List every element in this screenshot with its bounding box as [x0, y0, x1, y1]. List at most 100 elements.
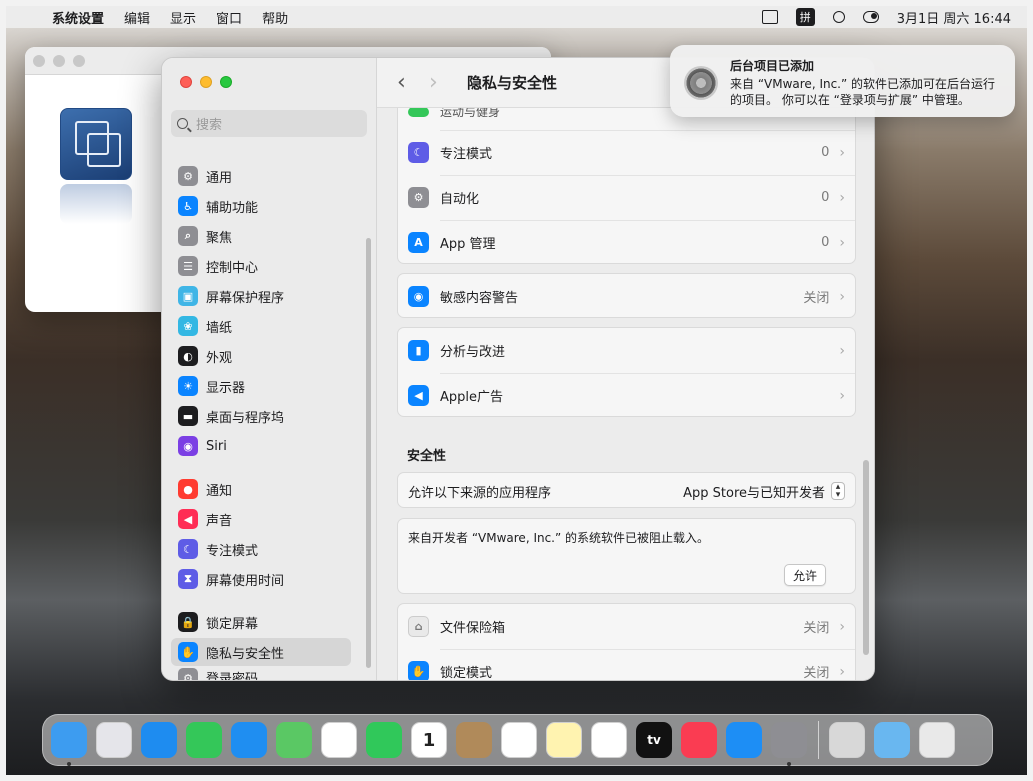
row-label: 运动与健身	[440, 107, 501, 117]
spotlight-search-icon[interactable]	[832, 11, 845, 23]
menu-view[interactable]: 显示	[170, 8, 196, 27]
back-chevron-icon[interactable]: ‹	[397, 70, 415, 95]
search-placeholder: 搜索	[196, 118, 223, 133]
sidebar-item-appearance[interactable]: ◐ 外观	[171, 342, 351, 370]
lockdown-row[interactable]: ✋ 锁定模式 关闭 ›	[398, 649, 855, 681]
fitness-icon	[408, 107, 429, 117]
sidebar-item-sound[interactable]: ◀ 声音	[171, 505, 351, 533]
sidebar: 搜索 ⚙ 通用 ♿ 辅助功能 ⌕ 聚焦 ☰ 控制中心 ▣ 屏幕保护程序 ❀ 墙纸 ◐ 外观 ☀ 显示器 ▬ 桌面与…	[162, 58, 377, 680]
apple-tv-icon[interactable]: tv	[636, 722, 672, 758]
wallpaper-icon: ❀	[178, 316, 198, 336]
sidebar-item-spotlight[interactable]: ⌕ 聚焦	[171, 222, 351, 250]
system-settings-icon[interactable]	[771, 722, 807, 766]
app-label: 1	[422, 729, 436, 751]
automation-row[interactable]: ⚙ 自动化 0 ›	[398, 175, 855, 220]
zoom-button[interactable]	[220, 76, 232, 88]
vmware-icon-reflection	[60, 184, 132, 224]
close-button[interactable]	[33, 55, 45, 67]
menu-edit[interactable]: 编辑	[124, 8, 150, 27]
sidebar-item-label: 辅助功能	[206, 200, 259, 216]
allow-button[interactable]: 允许	[784, 564, 826, 586]
screensaver-icon: ▣	[178, 286, 198, 306]
safari-icon[interactable]	[141, 722, 177, 758]
sidebar-item-login-password[interactable]: ⚙ 登录密码	[171, 668, 351, 680]
system-settings-gear-icon	[684, 66, 718, 100]
sidebar-item-focus[interactable]: ☾ 专注模式	[171, 535, 351, 563]
contacts-icon[interactable]	[456, 722, 492, 758]
notes-icon[interactable]	[546, 722, 582, 758]
forward-chevron-icon[interactable]: ›	[429, 70, 447, 95]
minimize-button[interactable]	[200, 76, 212, 88]
installer-icon[interactable]	[829, 722, 865, 758]
row-label: 敏感内容警告	[440, 291, 519, 306]
allow-apps-popup[interactable]: App Store与已知开发者 ▴ ▾	[683, 482, 845, 501]
sidebar-item-notifications[interactable]: ● 通知	[171, 475, 351, 503]
menu-system-settings[interactable]: 系统设置	[52, 8, 104, 27]
close-button[interactable]	[180, 76, 192, 88]
apple-ads-row[interactable]: ◀ Apple广告 ›	[398, 373, 855, 418]
minimize-button[interactable]	[53, 55, 65, 67]
sidebar-item-label: 聚焦	[206, 230, 233, 246]
focus-row[interactable]: ☾ 专注模式 0 ›	[398, 130, 855, 175]
sidebar-scrollbar[interactable]	[366, 238, 371, 668]
row-label: 分析与改进	[440, 345, 506, 360]
menu-help[interactable]: 帮助	[262, 8, 288, 27]
dock-stack	[829, 722, 964, 758]
sidebar-item-display[interactable]: ☀ 显示器	[171, 372, 351, 400]
app-management-row[interactable]: A App 管理 0 ›	[398, 220, 855, 265]
launchpad-icon[interactable]	[96, 722, 132, 758]
sidebar-item-lock-screen[interactable]: 🔒 锁定屏幕	[171, 608, 351, 636]
filevault-lockdown-group: ⌂ 文件保险箱 关闭 › ✋ 锁定模式 关闭 ›	[397, 603, 856, 681]
chevron-right-icon: ›	[839, 342, 845, 359]
appearance-icon: ◐	[178, 346, 198, 366]
music-icon[interactable]	[681, 722, 717, 758]
sidebar-item-siri[interactable]: ◉ Siri	[171, 432, 351, 460]
notification-banner[interactable]: 后台项目已添加 来自 “VMware, Inc.” 的软件已添加可在后台运行的项…	[670, 45, 1015, 117]
sidebar-item-gear[interactable]: ⚙ 通用	[171, 162, 351, 190]
sensitive-content-row[interactable]: ◉ 敏感内容警告 关闭 ›	[398, 274, 855, 319]
maps-icon[interactable]	[276, 722, 312, 758]
sidebar-item-wallpaper[interactable]: ❀ 墙纸	[171, 312, 351, 340]
sidebar-item-dock[interactable]: ▬ 桌面与程序坞	[171, 402, 351, 430]
trash-icon[interactable]	[919, 722, 955, 758]
menu-window[interactable]: 窗口	[216, 8, 242, 27]
input-method-indicator[interactable]: 拼	[795, 8, 815, 26]
sidebar-item-screensaver[interactable]: ▣ 屏幕保护程序	[171, 282, 351, 310]
row-value: 关闭	[803, 666, 830, 681]
sidebar-item-accessibility[interactable]: ♿ 辅助功能	[171, 192, 351, 220]
reminders-icon[interactable]	[501, 722, 537, 758]
analytics-row[interactable]: ▮ 分析与改进 ›	[398, 328, 855, 373]
search-field[interactable]: 搜索	[171, 110, 367, 137]
page-title: 隐私与安全性	[467, 74, 558, 92]
control-center-icon[interactable]	[862, 11, 879, 23]
spotlight-icon: ⌕	[178, 226, 198, 246]
sidebar-item-label: 隐私与安全性	[206, 646, 285, 662]
apple-logo-icon[interactable]	[24, 9, 38, 25]
zoom-button[interactable]	[73, 55, 85, 67]
menu-bar-clock[interactable]: 3月1日 周六 16:44	[897, 8, 1011, 27]
mail-icon[interactable]	[231, 722, 267, 758]
notification-title: 后台项目已添加	[730, 59, 815, 73]
downloads-folder-icon[interactable]	[874, 722, 910, 758]
facetime-icon[interactable]	[366, 722, 402, 758]
filevault-row[interactable]: ⌂ 文件保险箱 关闭 ›	[398, 604, 855, 649]
notifications-icon: ●	[178, 479, 198, 499]
login-password-icon: ⚙	[178, 668, 198, 680]
menu-bar: 系统设置 编辑 显示 窗口 帮助 拼 3月1日 周六 16:44	[6, 6, 1027, 28]
sidebar-item-control-center[interactable]: ☰ 控制中心	[171, 252, 351, 280]
screen-mirroring-icon[interactable]	[761, 10, 778, 24]
content-scrollbar[interactable]	[863, 460, 869, 655]
app-label: tv	[647, 733, 661, 747]
freeform-icon[interactable]	[591, 722, 627, 758]
sidebar-item-screen-time[interactable]: ⧗ 屏幕使用时间	[171, 565, 351, 593]
app-store-icon[interactable]	[726, 722, 762, 758]
sidebar-item-privacy-hand[interactable]: ✋ 隐私与安全性	[171, 638, 351, 666]
chevron-right-icon: ›	[839, 234, 845, 251]
megaphone-icon: ◀	[408, 385, 429, 406]
finder-icon[interactable]	[51, 722, 87, 766]
calendar-icon[interactable]: 1	[411, 722, 447, 758]
photos-icon[interactable]	[321, 722, 357, 758]
automation-gears-icon: ⚙	[408, 187, 429, 208]
running-indicator	[787, 762, 791, 766]
messages-icon[interactable]	[186, 722, 222, 758]
